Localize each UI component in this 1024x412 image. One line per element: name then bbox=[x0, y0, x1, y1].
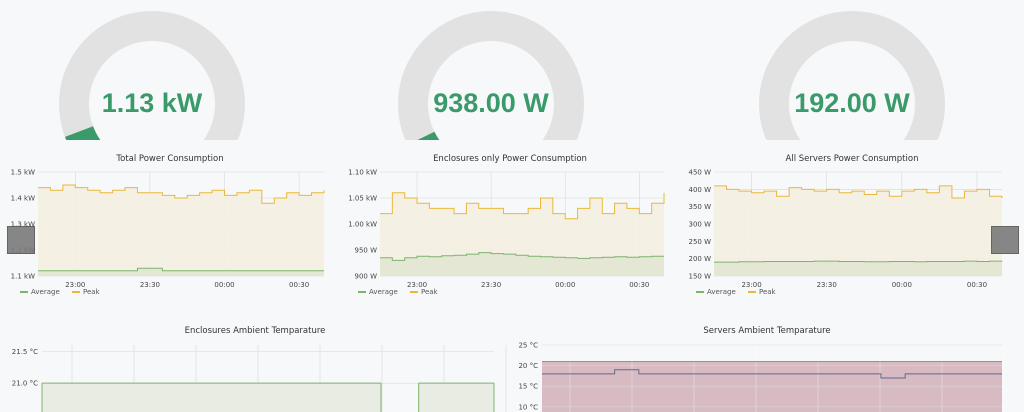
x-tick-label: 00:30 bbox=[629, 281, 649, 289]
panel-title: All Servers Power Consumption bbox=[785, 154, 919, 164]
legend-item-peak[interactable]: Peak bbox=[71, 288, 100, 296]
x-tick-label: 00:30 bbox=[289, 281, 309, 289]
y-tick-label: 1.4 kW bbox=[11, 195, 35, 203]
legend-item-peak[interactable]: Peak bbox=[409, 288, 438, 296]
y-tick-label: 900 W bbox=[354, 273, 377, 281]
panel-title: Enclosures only Power Consumption bbox=[433, 154, 587, 164]
gauge-servers-power-value: 192.00 W bbox=[794, 88, 910, 118]
legend-item-average[interactable]: Average bbox=[696, 288, 736, 296]
chart-enclosures-power: 900 W950 W1.00 kW1.05 kW1.10 kW23:00 23:3… bbox=[348, 169, 665, 289]
x-tick-label: 00:30 bbox=[967, 281, 987, 289]
gauge-total-power-arc bbox=[59, 11, 245, 140]
legend: Average Peak bbox=[696, 288, 786, 296]
y-tick-label: 21.0 °C bbox=[12, 380, 38, 388]
gauge-fill bbox=[417, 131, 440, 140]
series-area bbox=[42, 383, 381, 412]
x-tick-label: 00:00 bbox=[892, 281, 912, 289]
legend-item-average[interactable]: Average bbox=[20, 288, 60, 296]
gauge-servers-power: 192.00 W bbox=[752, 0, 952, 140]
y-tick-label: 1.05 kW bbox=[348, 195, 377, 203]
y-tick-label: 150 W bbox=[688, 273, 711, 281]
y-tick-label: 1.00 kW bbox=[348, 221, 377, 229]
series-area bbox=[542, 361, 1002, 412]
gauge-enclosures-power: 938.00 W bbox=[391, 0, 591, 140]
y-tick-label: 15 °C bbox=[518, 383, 538, 391]
panel-total-power: Total Power Consumption 1.1 kW1.2 kW1.3 … bbox=[0, 150, 340, 305]
series-area bbox=[418, 383, 494, 412]
gauge-track bbox=[59, 11, 245, 140]
series-area-peak bbox=[38, 185, 324, 276]
gauge-track bbox=[398, 11, 584, 140]
y-tick-label: 25 °C bbox=[518, 342, 538, 350]
panel-title: Enclosures Ambient Temparature bbox=[184, 326, 326, 336]
gauge-enclosures-power-value: 938.00 W bbox=[433, 88, 549, 118]
y-tick-label: 21.5 °C bbox=[12, 348, 38, 356]
y-tick-label: 1.5 kW bbox=[11, 169, 35, 177]
chart-servers-power: 150 W200 W250 W300 W350 W400 W450 W23:00… bbox=[688, 169, 1003, 289]
y-tick-label: 450 W bbox=[688, 169, 711, 177]
y-tick-label: 250 W bbox=[688, 238, 711, 246]
drag-handle-right[interactable] bbox=[991, 226, 1019, 254]
panel-title: Servers Ambient Temparature bbox=[703, 326, 831, 336]
series-area-average bbox=[714, 260, 1002, 276]
x-tick-label: 23:30 bbox=[817, 281, 837, 289]
y-tick-label: 950 W bbox=[354, 247, 377, 255]
x-tick-label: 00:00 bbox=[555, 281, 575, 289]
legend-item-average[interactable]: Average bbox=[358, 288, 398, 296]
gauge-fill bbox=[65, 125, 101, 140]
legend-item-peak[interactable]: Peak bbox=[747, 288, 776, 296]
gauge-total-power: 1.13 kW bbox=[52, 0, 252, 140]
panel-enclosures-temp: Enclosures Ambient Temparature 21.0 °C 21… bbox=[0, 322, 510, 412]
legend: Average Peak bbox=[358, 288, 448, 296]
x-tick-label: 00:00 bbox=[214, 281, 234, 289]
panel-enclosures-power: Enclosures only Power Consumption 900 W 9… bbox=[340, 150, 680, 305]
panel-servers-power: All Servers Power Consumption 150 W 200 W… bbox=[680, 150, 1024, 305]
gauge-total-power-value: 1.13 kW bbox=[101, 88, 203, 118]
drag-handle-left[interactable] bbox=[7, 226, 35, 254]
panel-title: Total Power Consumption bbox=[116, 154, 224, 164]
legend: Average Peak bbox=[20, 288, 110, 296]
x-tick-label: 23:30 bbox=[140, 281, 160, 289]
y-tick-label: 1.10 kW bbox=[348, 169, 377, 177]
x-tick-label: 23:30 bbox=[481, 281, 501, 289]
chart-total-power: 1.1 kW1.2 kW1.3 kW1.4 kW1.5 kW23:0023:30… bbox=[11, 169, 325, 289]
y-tick-label: 10 °C bbox=[518, 403, 538, 411]
gauge-track bbox=[759, 11, 945, 140]
y-tick-label: 20 °C bbox=[518, 362, 538, 370]
panel-servers-temp: Servers Ambient Temparature 10 °C 15 °C 20… bbox=[510, 322, 1024, 412]
chart-enclosures-temp: 21.0 °C 21.5 °C bbox=[12, 345, 507, 412]
y-tick-label: 1.1 kW bbox=[11, 273, 35, 281]
chart-servers-temp: 10 °C 15 °C 20 °C 25 °C bbox=[518, 342, 1005, 412]
y-tick-label: 350 W bbox=[688, 203, 711, 211]
y-tick-label: 400 W bbox=[688, 186, 711, 194]
gauge-enclosures-power-arc bbox=[398, 11, 584, 140]
gauge-servers-power-arc bbox=[759, 11, 945, 140]
y-tick-label: 300 W bbox=[688, 221, 711, 229]
y-tick-label: 200 W bbox=[688, 255, 711, 263]
